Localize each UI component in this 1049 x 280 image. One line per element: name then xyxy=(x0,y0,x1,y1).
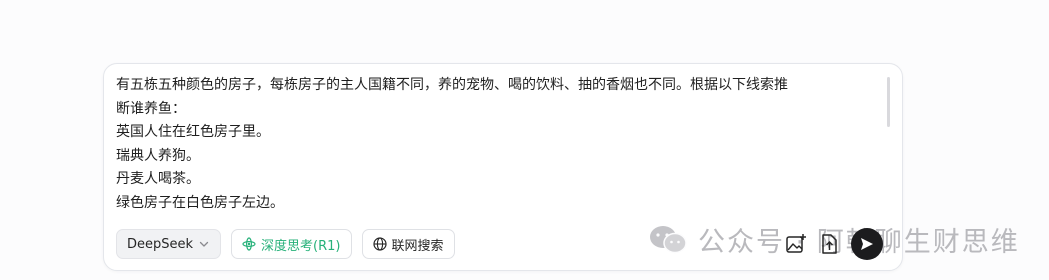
web-search-label: 联网搜索 xyxy=(391,238,444,254)
message-line: 绿色房子在白色房子左边。 xyxy=(116,194,284,211)
model-label: DeepSeek xyxy=(127,236,194,252)
message-line: 断谁养鱼： xyxy=(116,100,186,117)
image-add-icon[interactable] xyxy=(785,233,807,255)
message-line: 瑞典人养狗。 xyxy=(116,147,200,164)
message-line: 有五栋五种颜色的房子，每栋房子的主人国籍不同，养的宠物、喝的饮料、抽的香烟也不同… xyxy=(116,77,788,93)
message-input[interactable]: 有五栋五种颜色的房子，每栋房子的主人国籍不同，养的宠物、喝的饮料、抽的香烟也不同… xyxy=(116,74,886,216)
chat-composer: 有五栋五种颜色的房子，每栋房子的主人国籍不同，养的宠物、喝的饮料、抽的香烟也不同… xyxy=(103,63,903,271)
globe-icon xyxy=(372,237,387,251)
input-scrollbar[interactable] xyxy=(887,77,890,127)
deep-think-label: 深度思考(R1) xyxy=(261,238,341,254)
composer-toolbar: DeepSeek 深度思考(R1) 联网搜索 xyxy=(116,228,455,260)
message-line: 丹麦人喝茶。 xyxy=(116,171,200,187)
web-search-button[interactable]: 联网搜索 xyxy=(361,229,455,259)
send-arrow-icon xyxy=(859,236,875,252)
chevron-down-icon xyxy=(198,238,210,250)
model-select-button[interactable]: DeepSeek xyxy=(116,229,222,259)
composer-actions xyxy=(785,228,883,260)
atom-icon xyxy=(242,237,256,251)
message-line: 英国人住在红色房子里。 xyxy=(116,124,270,140)
deep-think-button[interactable]: 深度思考(R1) xyxy=(231,229,352,259)
file-upload-icon[interactable] xyxy=(819,233,839,255)
send-button[interactable] xyxy=(851,228,883,260)
